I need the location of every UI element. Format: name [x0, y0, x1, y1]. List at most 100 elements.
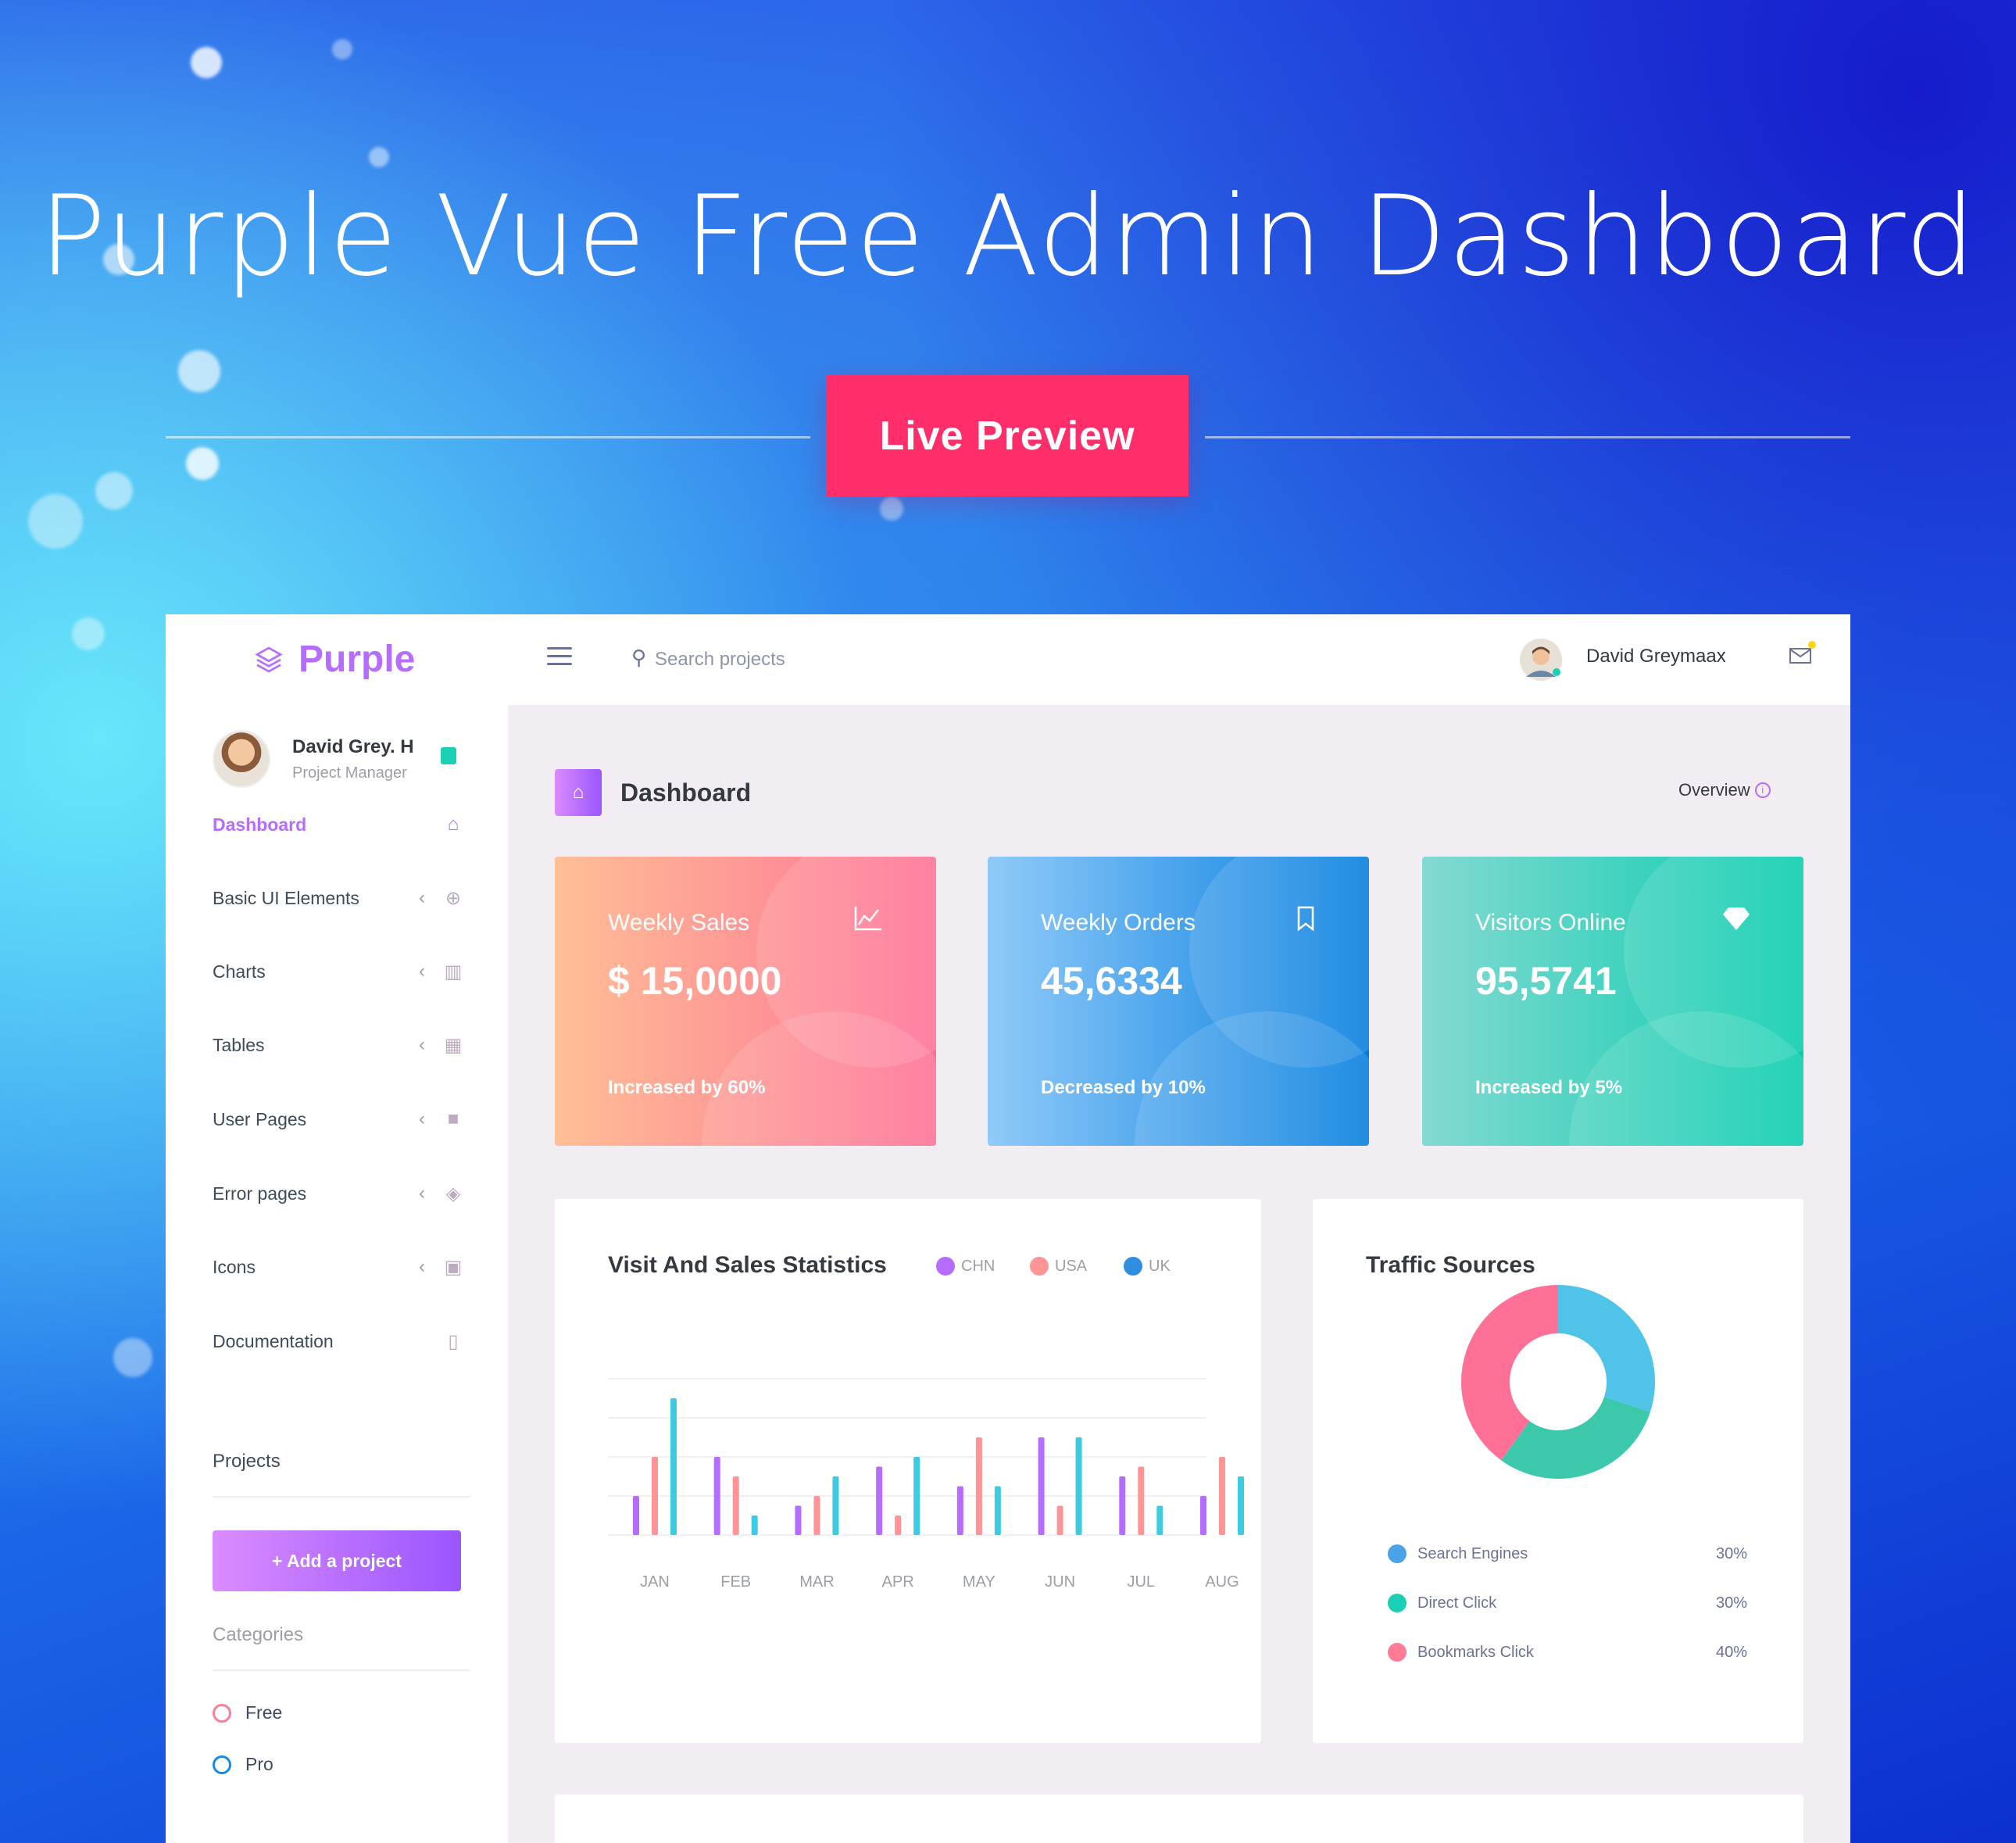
- avatar[interactable]: [1519, 638, 1563, 682]
- bar-usa-mar: [813, 1496, 820, 1535]
- sidebar-item-tables[interactable]: Tables ‹ ▦: [213, 1025, 470, 1065]
- bar-uk-mar: [832, 1476, 839, 1535]
- donut-slice-search-engines: [1558, 1285, 1655, 1412]
- category-label: Pro: [245, 1754, 273, 1774]
- sidebar-item-label: Charts: [213, 961, 266, 982]
- live-preview-button[interactable]: Live Preview: [826, 375, 1189, 496]
- dashboard-preview: Purple David Grey. H Project Manager Das…: [166, 614, 1850, 1843]
- bokeh-light: [332, 39, 352, 59]
- traffic-row: Bookmarks Click 40%: [1388, 1643, 1747, 1662]
- bar-uk-jun: [1075, 1437, 1082, 1535]
- sidebar-item-basic-ui[interactable]: Basic UI Elements ‹ ⊕: [213, 879, 470, 918]
- bokeh-light: [95, 472, 133, 510]
- bar-usa-jul: [1138, 1466, 1145, 1535]
- bottom-panel: [555, 1795, 1803, 1843]
- stat-title: Weekly Orders: [1041, 910, 1196, 936]
- circle-icon: [213, 1703, 231, 1723]
- chart-bar-icon: ▥: [444, 961, 463, 982]
- sidebar-item-icons[interactable]: Icons ‹ ▣: [213, 1247, 470, 1287]
- sidebar-item-label: Icons: [213, 1256, 256, 1277]
- legend-label: USA: [1055, 1257, 1088, 1275]
- x-tick-label: FEB: [720, 1573, 751, 1591]
- bookmark-check-icon: [441, 747, 456, 764]
- bokeh-light: [113, 1338, 152, 1377]
- x-tick-label: APR: [882, 1573, 914, 1591]
- top-navbar: ⚲ David Greymaax: [508, 614, 1850, 705]
- sidebar-item-charts[interactable]: Charts ‹ ▥: [213, 952, 470, 991]
- overview-link[interactable]: Overview i: [1678, 780, 1771, 800]
- contacts-icon: ▣: [444, 1256, 463, 1278]
- sidebar-item-label: Error pages: [213, 1183, 307, 1204]
- stat-title: Weekly Sales: [608, 910, 750, 936]
- document-icon: ▯: [448, 1330, 459, 1352]
- x-tick-label: JUN: [1045, 1573, 1075, 1591]
- stat-card-weekly-sales: Weekly Sales $ 15,0000 Increased by 60%: [555, 857, 936, 1146]
- legend-swatch: [1030, 1257, 1049, 1276]
- layers-icon: [255, 646, 283, 673]
- bokeh-light: [178, 350, 220, 392]
- search-input[interactable]: [655, 641, 936, 678]
- sidebar-item-documentation[interactable]: Documentation ▯: [213, 1322, 470, 1361]
- page-title: Dashboard: [620, 778, 752, 807]
- bar-uk-may: [994, 1486, 1001, 1535]
- profile-role: Project Manager: [292, 764, 407, 782]
- donut-slice-direct-click: [1501, 1397, 1650, 1479]
- bar-usa-apr: [895, 1516, 902, 1535]
- sidebar-item-dashboard[interactable]: Dashboard ⌂: [213, 805, 470, 844]
- bar-chn-jun: [1038, 1437, 1045, 1535]
- hero-headline: Purple Vue Free Admin Dashboard: [38, 172, 1978, 301]
- sidebar-profile[interactable]: David Grey. H Project Manager: [213, 730, 470, 793]
- legend-swatch: [936, 1257, 955, 1276]
- stat-change: Increased by 5%: [1475, 1077, 1623, 1098]
- stat-card-weekly-orders: Weekly Orders 45,6334 Decreased by 10%: [988, 857, 1369, 1146]
- bokeh-light: [72, 617, 105, 650]
- chevron-left-icon: ‹: [419, 961, 425, 982]
- bokeh-light: [880, 497, 903, 521]
- visits-panel: Visit And Sales Statistics CHN USA UK JA…: [555, 1199, 1261, 1743]
- bar-chn-may: [956, 1486, 963, 1535]
- panel-title: Traffic Sources: [1366, 1252, 1535, 1278]
- sidebar-item-error-pages[interactable]: Error pages ‹ ◈: [213, 1174, 470, 1213]
- traffic-donut-chart: [1461, 1285, 1655, 1479]
- stat-value: 95,5741: [1475, 959, 1617, 1003]
- chevron-left-icon: ‹: [419, 1108, 425, 1129]
- sidebar-item-label: Dashboard: [213, 814, 307, 835]
- category-pro[interactable]: Pro: [213, 1754, 273, 1775]
- bar-chn-jan: [633, 1496, 639, 1535]
- divider-line-left: [166, 436, 810, 438]
- navbar-user-name[interactable]: David Greymaax: [1586, 646, 1726, 667]
- divider: [213, 1496, 470, 1498]
- add-project-button[interactable]: + Add a project: [213, 1530, 461, 1591]
- bar-chn-feb: [713, 1457, 720, 1535]
- legend-item-uk: UK: [1124, 1257, 1171, 1276]
- legend-item-usa: USA: [1030, 1257, 1087, 1276]
- stat-change: Increased by 60%: [608, 1077, 766, 1098]
- legend-label: CHN: [961, 1257, 995, 1275]
- stat-title: Visitors Online: [1475, 910, 1626, 936]
- bar-uk-jul: [1156, 1505, 1163, 1535]
- brand-logo[interactable]: Purple: [253, 638, 415, 681]
- table-icon: ▦: [444, 1034, 463, 1056]
- traffic-percent: 30%: [1715, 1594, 1747, 1612]
- bar-usa-aug: [1219, 1457, 1225, 1535]
- bokeh-light: [191, 47, 222, 78]
- projects-heading: Projects: [213, 1451, 281, 1472]
- diamond-icon: [1722, 905, 1750, 938]
- x-tick-label: JAN: [640, 1573, 670, 1591]
- bokeh-light: [28, 494, 83, 549]
- avatar: [213, 730, 270, 788]
- menu-icon[interactable]: [547, 647, 572, 666]
- bar-chn-apr: [876, 1466, 883, 1535]
- category-free[interactable]: Free: [213, 1702, 282, 1723]
- home-icon: ⌂: [555, 769, 602, 816]
- sidebar-item-user-pages[interactable]: User Pages ‹ ■: [213, 1100, 470, 1139]
- chevron-left-icon: ‹: [419, 1256, 425, 1277]
- bar-uk-feb: [751, 1516, 758, 1535]
- bookmark-icon: [1296, 905, 1316, 939]
- sidebar-item-label: Tables: [213, 1034, 265, 1055]
- brand-name: Purple: [298, 639, 416, 680]
- sidebar-item-label: User Pages: [213, 1108, 307, 1129]
- info-icon: i: [1754, 782, 1771, 798]
- x-tick-label: JUL: [1127, 1573, 1155, 1591]
- legend-swatch: [1124, 1257, 1142, 1276]
